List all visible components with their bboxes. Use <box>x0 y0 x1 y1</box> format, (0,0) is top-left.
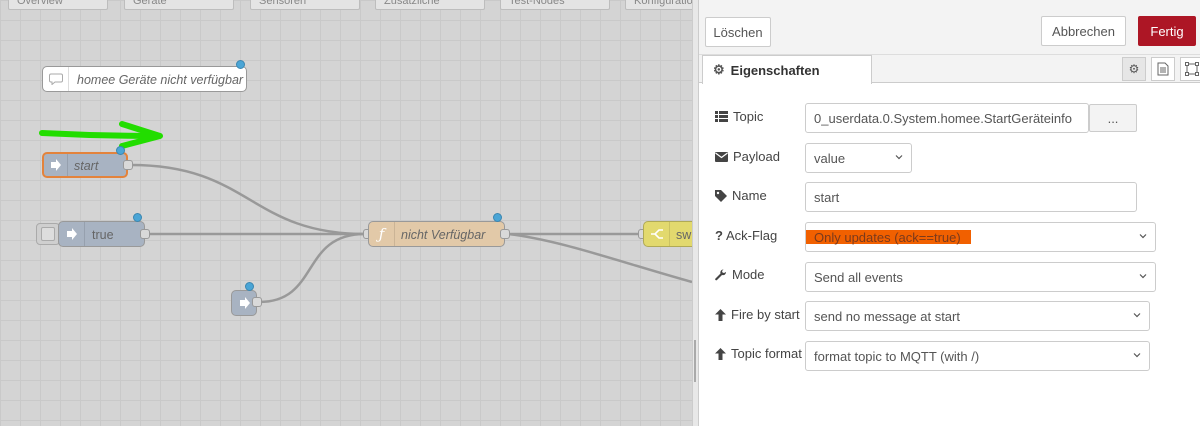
wrench-icon <box>715 268 727 280</box>
switch-node[interactable]: sw <box>643 221 692 247</box>
chevron-down-icon <box>1133 353 1141 358</box>
document-icon <box>1157 62 1169 76</box>
topic-format-value: format topic to MQTT (with /) <box>814 348 980 364</box>
edit-toolbar: Löschen Abbrechen Fertig <box>699 0 1200 55</box>
mode-value: Send all events <box>814 269 903 285</box>
fire-row: Fire by start <box>715 307 800 322</box>
inject-button[interactable] <box>36 223 60 245</box>
output-port[interactable] <box>252 297 262 307</box>
divider-grip[interactable] <box>694 340 696 382</box>
cancel-button[interactable]: Abbrechen <box>1041 16 1126 46</box>
fire-value: send no message at start <box>814 308 960 324</box>
done-button[interactable]: Fertig <box>1138 16 1196 46</box>
function-node[interactable]: ƒ nicht Verfügbar <box>368 221 505 247</box>
topic-format-label: Topic format <box>731 346 802 361</box>
edit-panel: Löschen Abbrechen Fertig ⚙ Eigenschaften… <box>699 0 1200 426</box>
list-icon <box>715 111 728 122</box>
name-input[interactable]: start <box>805 182 1137 212</box>
output-port[interactable] <box>123 160 133 170</box>
gear-icon: ⚙ <box>713 62 725 77</box>
inject-node-start[interactable]: start <box>42 152 128 178</box>
status-dot <box>236 60 245 69</box>
settings-tab-button[interactable]: ⚙ <box>1122 57 1146 81</box>
comment-icon <box>43 67 69 91</box>
function-node-label: nicht Verfügbar <box>401 228 486 242</box>
mode-select[interactable]: Send all events <box>805 262 1156 292</box>
comment-node-label: homee Geräte nicht verfügbar <box>77 73 244 87</box>
ack-row: ? Ack-Flag <box>715 228 777 243</box>
delete-button[interactable]: Löschen <box>705 17 771 47</box>
question-icon: ? <box>715 228 723 243</box>
payload-row: Payload <box>715 149 780 164</box>
payload-value: value <box>814 150 846 166</box>
inject-icon <box>44 154 68 176</box>
mode-label: Mode <box>732 267 765 282</box>
status-dot <box>493 213 502 222</box>
inject-node-label: true <box>92 228 114 242</box>
topic-format-select[interactable]: format topic to MQTT (with /) <box>805 341 1150 371</box>
chevron-down-icon <box>895 155 903 160</box>
appearance-tab-button[interactable] <box>1180 57 1200 81</box>
topic-label: Topic <box>733 109 764 124</box>
fire-select[interactable]: send no message at start <box>805 301 1150 331</box>
envelope-icon <box>715 151 728 162</box>
arrow-up-icon <box>715 347 726 360</box>
wire-start-to-function <box>130 163 366 236</box>
inject-icon <box>59 222 85 246</box>
switch-node-label: sw <box>676 228 692 242</box>
topic-row: Topic <box>715 109 763 124</box>
flow-wires <box>39 121 692 304</box>
status-dot <box>245 282 254 291</box>
topic-input[interactable]: 0_userdata.0.System.homee.StartGeräteinf… <box>805 103 1089 133</box>
switch-icon <box>644 222 670 246</box>
ack-label: Ack-Flag <box>725 228 778 243</box>
function-icon: ƒ <box>369 222 395 246</box>
tab-bar: ⚙ Eigenschaften ⚙ <box>699 55 1200 84</box>
arrow-up-icon <box>715 308 726 321</box>
inject-node-true[interactable]: true <box>58 221 145 247</box>
ack-select[interactable]: Only updates (ack==true) <box>805 222 1156 252</box>
comment-node[interactable]: homee Geräte nicht verfügbar <box>42 66 247 92</box>
annotation-arrow <box>39 121 163 149</box>
chevron-down-icon <box>1139 234 1147 239</box>
payload-label: Payload <box>733 149 780 164</box>
frame-icon <box>1185 62 1199 76</box>
chevron-down-icon <box>1139 274 1147 279</box>
output-port[interactable] <box>500 229 510 239</box>
topic-format-row: Topic format <box>715 346 802 361</box>
payload-select[interactable]: value <box>805 143 912 173</box>
mode-row: Mode <box>715 267 765 282</box>
status-dot <box>133 213 142 222</box>
wire-small-to-function <box>258 232 366 304</box>
topic-browse-button[interactable]: ... <box>1089 104 1137 132</box>
inject-node-label: start <box>74 159 99 173</box>
fire-label: Fire by start <box>731 307 800 322</box>
chevron-down-icon <box>1133 313 1141 318</box>
tab-properties[interactable]: ⚙ Eigenschaften <box>702 55 872 84</box>
status-dot <box>116 146 125 155</box>
flow-workspace[interactable]: Overview Geräte Sensoren Zusätzliche Tes… <box>0 0 692 426</box>
gear-icon: ⚙ <box>1128 62 1140 76</box>
name-label: Name <box>732 188 767 203</box>
tag-icon <box>715 189 727 202</box>
tab-properties-label: Eigenschaften <box>730 62 820 78</box>
output-port[interactable] <box>140 229 150 239</box>
name-row: Name <box>715 188 767 203</box>
description-tab-button[interactable] <box>1151 57 1175 81</box>
ack-value: Only updates (ack==true) <box>814 229 961 245</box>
